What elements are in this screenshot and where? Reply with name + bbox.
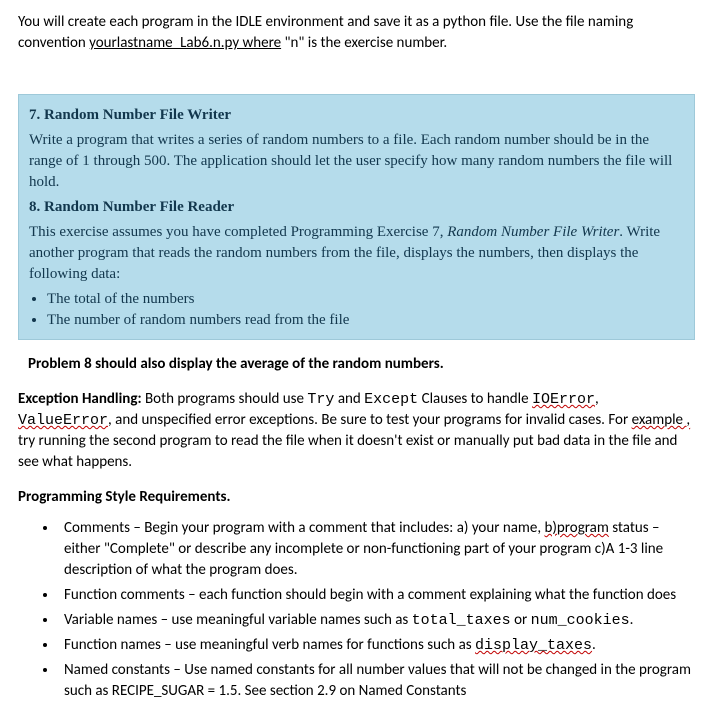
sb4-code: display_taxes (475, 637, 592, 654)
style-item-funcnames: Function names – use meaningful verb nam… (58, 635, 695, 656)
style-item-comments: Comments – Begin your program with a com… (58, 518, 695, 581)
sb1-squiggle: b)program (544, 519, 608, 537)
sb3-code2: num_cookies (531, 612, 630, 629)
ex8-bullet-2: The number of random numbers read from t… (47, 310, 684, 331)
style-item-func-comments: Function comments – each function should… (58, 585, 695, 606)
style-list: Comments – Begin your program with a com… (58, 518, 695, 702)
exc-p2c: try running the second program to read t… (18, 432, 677, 471)
exercise8-bullets: The total of the numbers The number of r… (47, 289, 684, 331)
intro-filename: yourlastname_Lab6.n.py where (89, 34, 281, 52)
exception-handling-paragraph: Exception Handling: Both programs should… (18, 389, 695, 473)
problem8-note: Problem 8 should also display the averag… (28, 354, 695, 375)
exc-try: Try (307, 391, 334, 408)
exc-ioerror: IOError (532, 391, 595, 408)
exc-p1a: Both programs should use (142, 390, 308, 408)
exercise7-body: Write a program that writes a series of … (29, 130, 684, 193)
exc-p1c: Clauses to handle (418, 390, 532, 408)
sb3c: . (630, 611, 634, 629)
exc-title: Exception Handling: (18, 390, 142, 408)
sb3-code1: total_taxes (412, 612, 511, 629)
exc-example: example , (632, 411, 691, 429)
sb1a: Comments – Begin your program with a com… (64, 519, 544, 537)
sb3a: Variable names – use meaningful variable… (64, 611, 412, 629)
exercise-box: 7. Random Number File Writer Write a pro… (18, 94, 695, 340)
exercise8-body: This exercise assumes you have completed… (29, 222, 684, 285)
exc-except: Except (364, 391, 418, 408)
exercise7-heading: 7. Random Number File Writer (29, 105, 684, 126)
exc-p2a: , (595, 390, 599, 408)
style-title: Programming Style Requirements. (18, 487, 695, 508)
intro-text-b: "n" is the exercise number. (281, 34, 447, 52)
exc-p2b: , and unspecified error exceptions. Be s… (108, 411, 632, 429)
sb4a: Function names – use meaningful verb nam… (64, 636, 475, 654)
intro-paragraph: You will create each program in the IDLE… (18, 12, 695, 54)
exercise8-heading: 8. Random Number File Reader (29, 197, 684, 218)
ex8-body-a: This exercise assumes you have completed… (29, 224, 447, 240)
exc-valueerror: ValueError (18, 412, 108, 429)
sb3b: or (511, 611, 531, 629)
style-item-varnames: Variable names – use meaningful variable… (58, 610, 695, 631)
style-item-constants: Named constants – Use named constants fo… (58, 660, 695, 702)
exc-p1b: and (334, 390, 364, 408)
sb4b: . (592, 636, 596, 654)
ex8-bullet-1: The total of the numbers (47, 289, 684, 310)
ex8-body-italic: Random Number File Writer (447, 224, 619, 240)
